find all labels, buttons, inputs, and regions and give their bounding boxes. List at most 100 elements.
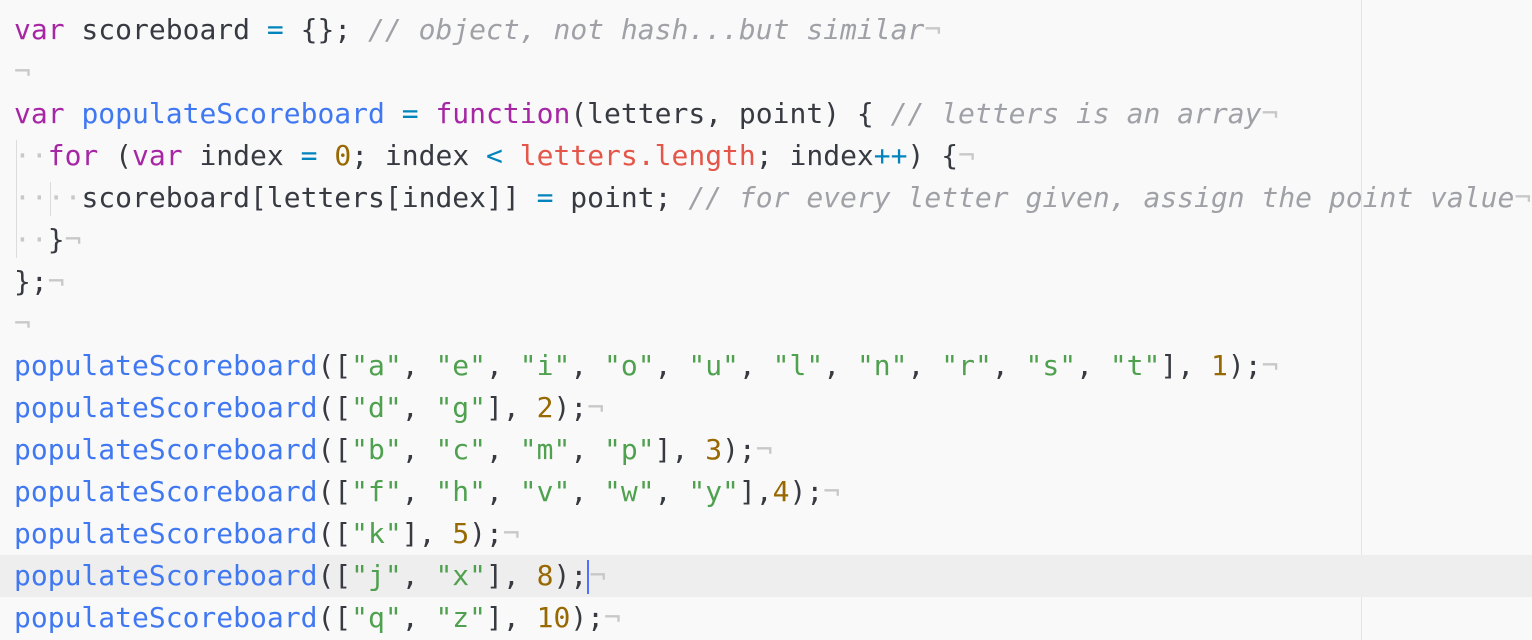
number-literal: 4 bbox=[772, 475, 790, 508]
punctuation: ([ bbox=[317, 601, 352, 634]
function-call-name: populateScoreboard bbox=[14, 349, 318, 382]
keyword: function bbox=[435, 97, 571, 130]
number-literal: 5 bbox=[452, 517, 470, 550]
operator: = bbox=[401, 97, 419, 130]
eol-marker: ¬ bbox=[1514, 181, 1532, 214]
separator: , bbox=[570, 433, 605, 466]
indent-guide bbox=[16, 140, 17, 258]
punctuation: ], bbox=[486, 601, 537, 634]
comment: // object, not hash...but similar bbox=[351, 13, 925, 46]
punctuation: {}; bbox=[283, 13, 352, 46]
separator: , bbox=[570, 475, 605, 508]
number-literal: 0 bbox=[334, 139, 352, 172]
string-literal: "o" bbox=[604, 349, 655, 382]
parameters: (letters, point) { bbox=[570, 97, 891, 130]
punctuation: ); bbox=[553, 559, 588, 592]
punctuation: }; bbox=[14, 265, 48, 298]
punctuation: ], bbox=[738, 475, 773, 508]
keyword: for bbox=[47, 139, 99, 172]
separator: , bbox=[401, 433, 436, 466]
punctuation: ); bbox=[469, 517, 503, 550]
punctuation: ([ bbox=[317, 391, 352, 424]
identifier: point; bbox=[553, 181, 689, 214]
eol-marker: ¬ bbox=[14, 55, 31, 88]
string-literal: "s" bbox=[1025, 349, 1077, 382]
function-call-name: populateScoreboard bbox=[14, 475, 318, 508]
identifier: ; index bbox=[351, 139, 487, 172]
indent-marker: · bbox=[30, 223, 48, 256]
string-literal: "y" bbox=[688, 475, 739, 508]
punctuation: ], bbox=[1160, 349, 1211, 382]
code-line-10[interactable]: populateScoreboard(["d", "g"], 2);¬ bbox=[0, 387, 1532, 429]
keyword: var bbox=[132, 139, 183, 172]
keyword: var bbox=[14, 97, 65, 130]
code-line-12[interactable]: populateScoreboard(["f", "h", "v", "w", … bbox=[0, 471, 1532, 513]
code-line-14[interactable]: populateScoreboard(["j", "x"], 8);¬ bbox=[0, 555, 1532, 597]
string-literal: "z" bbox=[435, 601, 487, 634]
function-call-name: populateScoreboard bbox=[14, 601, 318, 634]
code-editor[interactable]: var scoreboard = {}; // object, not hash… bbox=[0, 0, 1532, 640]
punctuation: ); bbox=[722, 433, 756, 466]
punctuation: ([ bbox=[317, 349, 352, 382]
eol-marker: ¬ bbox=[1261, 97, 1279, 130]
indent-marker: · bbox=[30, 181, 48, 214]
string-literal: "i" bbox=[519, 349, 571, 382]
string-literal: "g" bbox=[435, 391, 487, 424]
string-literal: "m" bbox=[519, 433, 571, 466]
eol-marker: ¬ bbox=[755, 433, 773, 466]
eol-marker: ¬ bbox=[502, 517, 520, 550]
eol-marker: ¬ bbox=[1261, 349, 1279, 382]
code-line-15[interactable]: populateScoreboard(["q", "z"], 10);¬ bbox=[0, 597, 1532, 639]
punctuation: ], bbox=[654, 433, 706, 466]
identifier: ; index bbox=[755, 139, 874, 172]
code-line-3[interactable]: var populateScoreboard = function(letter… bbox=[0, 93, 1532, 135]
code-line-9[interactable]: populateScoreboard(["a", "e", "i", "o", … bbox=[0, 345, 1532, 387]
code-line-6[interactable]: ··}¬ bbox=[0, 219, 1532, 261]
eol-marker: ¬ bbox=[587, 391, 605, 424]
code-line-5[interactable]: ····scoreboard[letters[index]] = point; … bbox=[0, 177, 1532, 219]
punctuation: ([ bbox=[317, 559, 352, 592]
number-literal: 2 bbox=[536, 391, 554, 424]
function-call-name: populateScoreboard bbox=[14, 433, 318, 466]
eol-marker: ¬ bbox=[958, 139, 975, 172]
separator: , bbox=[738, 349, 773, 382]
string-literal: "j" bbox=[351, 559, 402, 592]
eol-marker: ¬ bbox=[924, 13, 942, 46]
separator: , bbox=[401, 601, 436, 634]
indent-marker: · bbox=[30, 139, 48, 172]
code-line-7[interactable]: };¬ bbox=[0, 261, 1532, 303]
punctuation: ); bbox=[553, 391, 588, 424]
punctuation: ); bbox=[789, 475, 824, 508]
separator: , bbox=[907, 349, 942, 382]
number-literal: 10 bbox=[536, 601, 571, 634]
separator: , bbox=[486, 349, 520, 382]
eol-marker: ¬ bbox=[823, 475, 841, 508]
code-line-2[interactable]: ¬ bbox=[0, 51, 1532, 93]
code-line-1[interactable]: var scoreboard = {}; // object, not hash… bbox=[0, 9, 1532, 51]
eol-marker: ¬ bbox=[14, 307, 31, 340]
punctuation: ([ bbox=[317, 517, 352, 550]
string-literal: "h" bbox=[435, 475, 487, 508]
punctuation: ([ bbox=[317, 475, 352, 508]
string-literal: "a" bbox=[351, 349, 402, 382]
code-line-8[interactable]: ¬ bbox=[0, 303, 1532, 345]
separator: , bbox=[823, 349, 857, 382]
eol-marker: ¬ bbox=[589, 559, 607, 592]
eol-marker: ¬ bbox=[47, 265, 65, 298]
code-line-11[interactable]: populateScoreboard(["b", "c", "m", "p"],… bbox=[0, 429, 1532, 471]
string-literal: "r" bbox=[941, 349, 992, 382]
indent-marker: · bbox=[64, 181, 82, 214]
operator: = bbox=[300, 139, 318, 172]
code-line-4[interactable]: ··for (var index = 0; index < letters.le… bbox=[0, 135, 1532, 177]
string-literal: "k" bbox=[351, 517, 402, 550]
comment: // letters is an array bbox=[890, 97, 1262, 130]
code-line-13[interactable]: populateScoreboard(["k"], 5);¬ bbox=[0, 513, 1532, 555]
function-call-name: populateScoreboard bbox=[14, 559, 318, 592]
string-literal: "c" bbox=[435, 433, 487, 466]
string-literal: "v" bbox=[519, 475, 571, 508]
string-literal: "u" bbox=[688, 349, 739, 382]
operator: ++ bbox=[873, 139, 908, 172]
